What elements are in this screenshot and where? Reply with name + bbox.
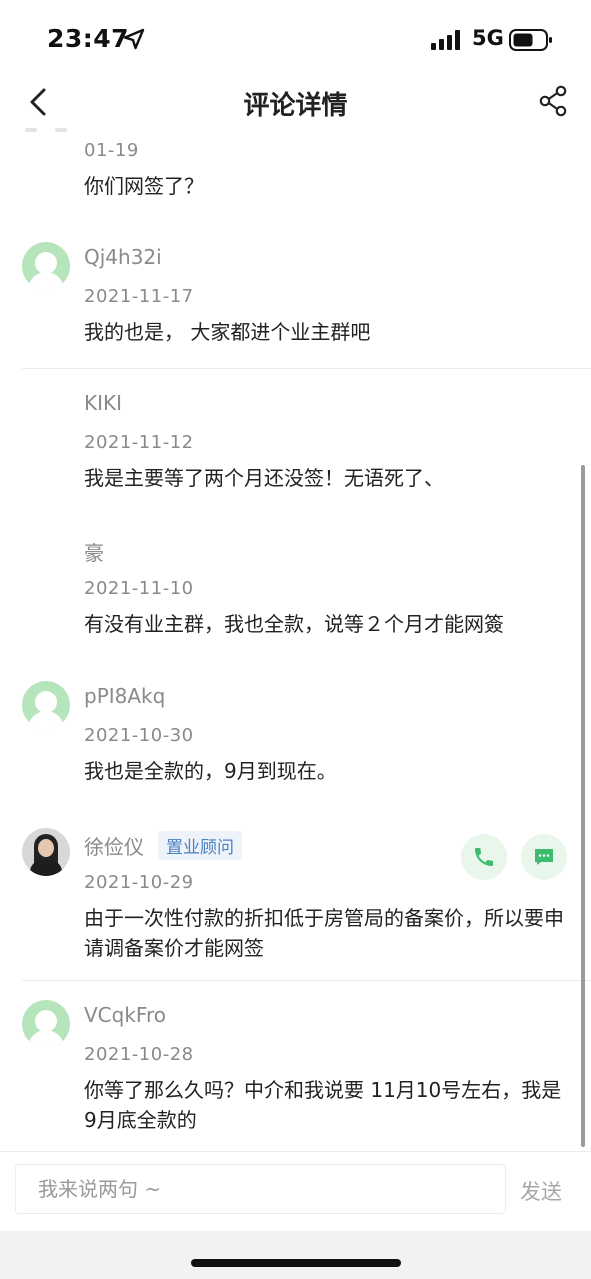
comment-username[interactable]: 豪 bbox=[84, 537, 104, 566]
comment-text: 你等了那么久吗？中介和我说要 11月10号左右，我是 9月底全款的 bbox=[84, 1078, 562, 1132]
avatar[interactable] bbox=[22, 242, 70, 290]
comment-date: 2021-10-29 bbox=[84, 872, 194, 893]
comment-username[interactable]: Qj4h32i bbox=[84, 245, 162, 269]
comment-item: pPI8Akq 2021-10-30 我也是全款的，9月到现在。 bbox=[0, 677, 591, 789]
comment-text: 我是主要等了两个月还没签！无语死了、 bbox=[84, 466, 444, 490]
comment-date: 2021-11-10 bbox=[84, 578, 194, 599]
comment-text: 我的也是， 大家都进个业主群吧 bbox=[84, 320, 371, 344]
home-area bbox=[0, 1231, 591, 1279]
avatar[interactable] bbox=[22, 828, 70, 876]
comment-text: 我也是全款的，9月到现在。 bbox=[84, 759, 337, 783]
send-button[interactable]: 发送 bbox=[520, 1176, 562, 1206]
avatar[interactable] bbox=[22, 1000, 70, 1048]
home-indicator[interactable] bbox=[191, 1259, 401, 1267]
network-label: 5G bbox=[472, 26, 504, 50]
location-arrow-icon bbox=[123, 28, 145, 50]
comment-item: VCqkFro 2021-10-28 你等了那么久吗？中介和我说要 11月10号… bbox=[0, 996, 591, 1146]
comment-text: 有没有业主群，我也全款，说等２个月才能网簽 bbox=[84, 612, 504, 636]
battery-icon bbox=[509, 29, 552, 51]
comment-username[interactable]: VCqkFro bbox=[84, 1003, 166, 1027]
comment-item: 徐俭仪 置业顾问 2021-10-29 由于一次性付款的折扣低于房管局的备案价，… bbox=[0, 824, 591, 960]
phone-icon bbox=[475, 848, 493, 866]
divider bbox=[22, 368, 591, 369]
comment-date: 2021-10-28 bbox=[84, 1044, 194, 1065]
comment-username[interactable]: pPI8Akq bbox=[84, 684, 165, 708]
comment-text: 你们网签了？ bbox=[84, 174, 204, 198]
comment-item: Qj4h32i 2021-11-17 我的也是， 大家都进个业主群吧 bbox=[0, 238, 591, 368]
comment-input-bar: 发送 bbox=[0, 1151, 591, 1232]
nav-bar: 评论详情 bbox=[0, 80, 591, 124]
share-icon[interactable] bbox=[537, 84, 569, 118]
status-bar: 23:47 5G bbox=[0, 0, 591, 80]
divider bbox=[22, 980, 591, 981]
comment-date: 2021-10-30 bbox=[84, 725, 194, 746]
call-button[interactable] bbox=[461, 834, 507, 880]
consultant-badge: 置业顾问 bbox=[158, 831, 242, 860]
avatar bbox=[22, 124, 70, 138]
comment-date: 01-19 bbox=[84, 140, 139, 161]
signal-bars-icon bbox=[431, 30, 460, 50]
message-button[interactable] bbox=[521, 834, 567, 880]
comment-username[interactable]: KIKI bbox=[84, 391, 122, 415]
comment-text: 由于一次性付款的折扣低于房管局的备案价，所以要申请调备案价才能网签 bbox=[84, 906, 564, 960]
comment-item: KIKI 2021-11-12 我是主要等了两个月还没签！无语死了、 bbox=[0, 384, 591, 496]
message-icon bbox=[535, 849, 553, 865]
avatar[interactable] bbox=[22, 681, 70, 729]
comment-list[interactable]: 01-19 你们网签了？ Qj4h32i 2021-11-17 我的也是， 大家… bbox=[0, 124, 591, 1150]
comment-date: 2021-11-12 bbox=[84, 432, 194, 453]
status-time: 23:47 bbox=[47, 24, 130, 53]
comment-username[interactable]: 徐俭仪 bbox=[84, 831, 144, 860]
page-title: 评论详情 bbox=[243, 91, 348, 121]
comment-item: 豪 2021-11-10 有没有业主群，我也全款，说等２个月才能网簽 bbox=[0, 530, 591, 642]
scrollbar[interactable] bbox=[581, 465, 585, 1147]
comment-date: 2021-11-17 bbox=[84, 286, 194, 307]
comment-input[interactable] bbox=[15, 1164, 506, 1214]
comment-item: 01-19 你们网签了？ bbox=[0, 124, 591, 224]
